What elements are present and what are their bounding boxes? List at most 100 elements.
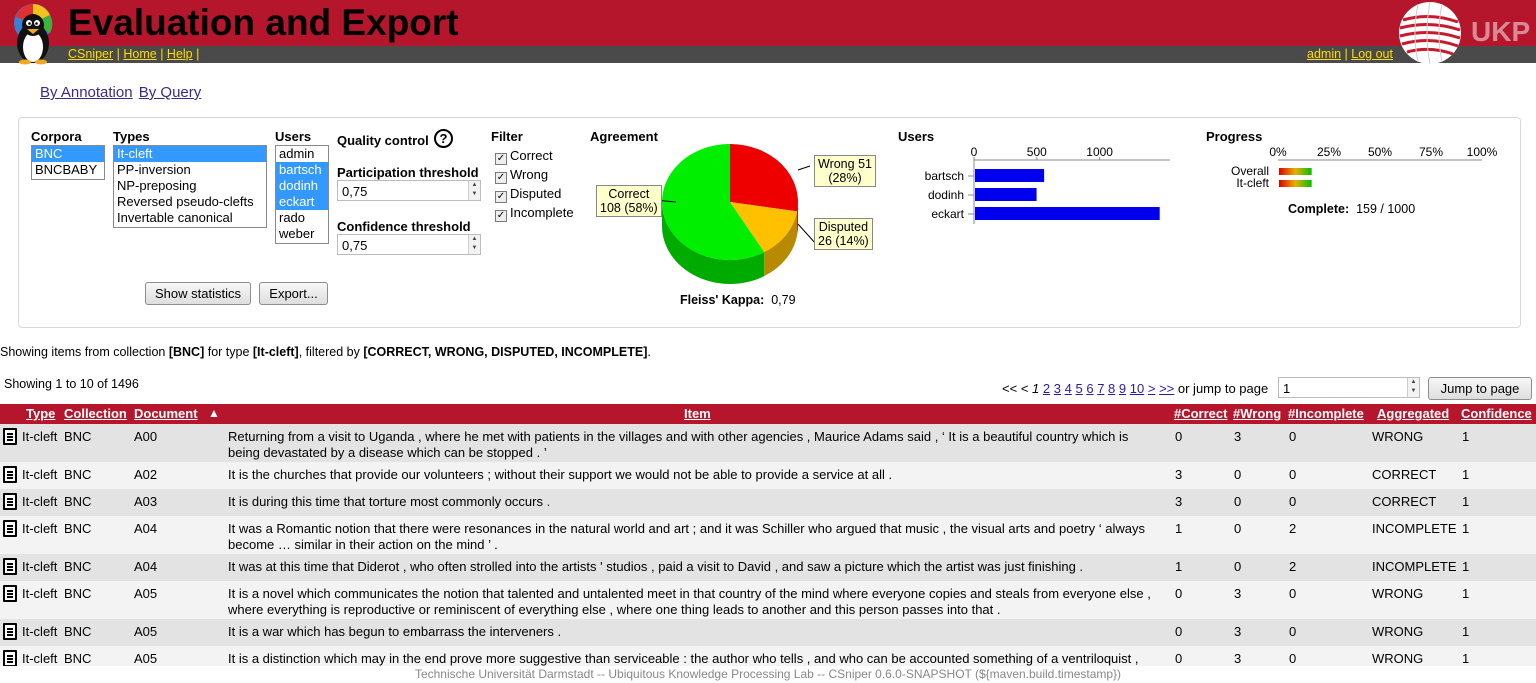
document-icon[interactable]	[3, 520, 17, 537]
cell-type: It-cleft	[22, 624, 58, 639]
page-link[interactable]: 10	[1130, 381, 1144, 396]
agreement-pie-chart	[660, 144, 817, 284]
last-page-link[interactable]: >>	[1159, 381, 1174, 396]
cell-wrong: 0	[1234, 494, 1242, 509]
sort-ascending-icon[interactable]: ▲	[208, 406, 220, 420]
next-page-link[interactable]: >	[1148, 381, 1156, 396]
page-link[interactable]: 7	[1097, 381, 1104, 396]
user-option[interactable]: eckart	[276, 194, 328, 210]
mode-by-annotation-link[interactable]: By Annotation	[40, 84, 133, 101]
types-label: Types	[113, 129, 150, 144]
col-confidence-header[interactable]: Confidence	[1461, 406, 1532, 421]
table-row[interactable]: It-cleft BNC A00 0 3 0 WRONG 1 Returning from a …	[0, 424, 1536, 462]
progress-tick-label: 0%	[1269, 145, 1287, 159]
document-icon[interactable]	[3, 493, 17, 510]
filter-wrong-checkbox[interactable]: ✓ Wrong	[495, 167, 548, 184]
user-link-admin[interactable]: admin	[1307, 47, 1341, 61]
jump-to-page-button[interactable]: Jump to page	[1428, 377, 1532, 400]
type-option[interactable]: PP-inversion	[114, 162, 266, 178]
first-page-link[interactable]: <<	[1002, 381, 1017, 396]
user-option[interactable]: admin	[276, 146, 328, 162]
filter-incomplete-checkbox[interactable]: ✓ Incomplete	[495, 205, 574, 222]
spinner-buttons[interactable]: ▲ ▼	[1407, 378, 1419, 397]
page-link[interactable]: 6	[1086, 381, 1093, 396]
page-link[interactable]: 5	[1075, 381, 1082, 396]
filter-label: Filter	[491, 129, 523, 144]
users-listbox[interactable]: admin bartsch dodinh eckart rado weber	[275, 145, 329, 244]
user-option[interactable]: bartsch	[276, 162, 328, 178]
filter-disputed-checkbox[interactable]: ✓ Disputed	[495, 186, 561, 203]
table-row[interactable]: It-cleft BNC A04 1 0 2 INCOMPLETE 1 It was at th…	[0, 554, 1536, 581]
jump-page-value: 1	[1283, 381, 1291, 396]
user-option[interactable]: weber	[276, 226, 328, 242]
user-option[interactable]: rado	[276, 210, 328, 226]
page-link[interactable]: 4	[1065, 381, 1072, 396]
progress-chart: 0% 25% 50% 75% 100%OverallIt-cleft	[1231, 145, 1498, 190]
cell-item: It is during this time that torture most…	[228, 494, 551, 509]
document-icon[interactable]	[3, 585, 17, 602]
col-aggregated-header[interactable]: Aggregated	[1377, 406, 1449, 421]
page-title: Evaluation and Export	[68, 2, 459, 43]
type-option[interactable]: Reversed pseudo-clefts	[114, 194, 266, 210]
page-link[interactable]: 9	[1119, 381, 1126, 396]
pager: << < 1 2 3 4 5 6 7 8 9 10 > >> or jump t…	[1002, 381, 1268, 396]
participation-threshold-input[interactable]: 0,75 ▲ ▼	[337, 180, 481, 201]
spinner-buttons[interactable]: ▲ ▼	[468, 181, 480, 200]
prev-page-link[interactable]: <	[1021, 381, 1029, 396]
col-collection-header[interactable]: Collection	[64, 406, 127, 421]
pie-label-wrong: Wrong 51 (28%)	[814, 155, 876, 187]
cell-collection: BNC	[64, 651, 92, 666]
logout-link[interactable]: Log out	[1351, 47, 1393, 61]
table-row[interactable]: It-cleft BNC A05 0 3 0 WRONG 1 It is a war which…	[0, 619, 1536, 646]
help-icon[interactable]: ?	[434, 129, 453, 148]
type-option[interactable]: It-cleft	[114, 146, 266, 162]
cell-type: It-cleft	[22, 467, 58, 482]
corpus-option[interactable]: BNCBABY	[32, 162, 104, 178]
col-correct-header[interactable]: #Correct	[1174, 406, 1227, 421]
cell-collection: BNC	[64, 586, 92, 601]
cell-wrong: 3	[1234, 651, 1242, 666]
types-listbox[interactable]: It-cleft PP-inversion NP-preposing Rever…	[113, 145, 267, 228]
col-type-header[interactable]: Type	[26, 406, 55, 421]
document-icon[interactable]	[3, 558, 17, 575]
confidence-threshold-input[interactable]: 0,75 ▲ ▼	[337, 234, 481, 255]
corpora-listbox[interactable]: BNC BNCBABY	[31, 145, 105, 180]
col-document-header[interactable]: Document	[134, 406, 198, 421]
col-wrong-header[interactable]: #Wrong	[1233, 406, 1281, 421]
users-bar[interactable]	[975, 169, 1045, 182]
document-icon[interactable]	[3, 623, 17, 640]
nav-link-help[interactable]: Help	[167, 47, 193, 61]
mode-by-query-link[interactable]: By Query	[139, 84, 202, 101]
page-link[interactable]: 2	[1043, 381, 1050, 396]
spinner-buttons[interactable]: ▲ ▼	[468, 235, 480, 254]
document-icon[interactable]	[3, 466, 17, 483]
cell-type: It-cleft	[22, 586, 58, 601]
page-link[interactable]: 3	[1054, 381, 1061, 396]
show-statistics-button[interactable]: Show statistics	[145, 282, 251, 305]
current-page: 1	[1032, 381, 1040, 396]
document-icon[interactable]	[3, 650, 17, 667]
page-link[interactable]: 8	[1108, 381, 1115, 396]
cell-confidence: 1	[1462, 521, 1470, 536]
type-option[interactable]: NP-preposing	[114, 178, 266, 194]
table-row[interactable]: It-cleft BNC A05 0 3 0 WRONG 1 It is a novel whi…	[0, 581, 1536, 619]
users-bar[interactable]	[975, 188, 1037, 201]
users-bar[interactable]	[975, 207, 1160, 220]
cell-aggregated: WRONG	[1372, 586, 1424, 601]
col-item-header[interactable]: Item	[684, 406, 711, 421]
paging-summary: Showing 1 to 10 of 1496	[4, 377, 139, 391]
export-button[interactable]: Export...	[259, 282, 328, 305]
col-incomplete-header[interactable]: #Incomplete	[1288, 406, 1364, 421]
jump-page-input[interactable]: 1 ▲ ▼	[1278, 377, 1420, 398]
pie-slice-wrong[interactable]	[730, 144, 798, 212]
nav-link-csniper[interactable]: CSniper	[68, 47, 113, 61]
filter-correct-checkbox[interactable]: ✓ Correct	[495, 148, 553, 165]
corpus-option[interactable]: BNC	[32, 146, 104, 162]
document-icon[interactable]	[3, 428, 17, 445]
table-row[interactable]: It-cleft BNC A04 1 0 2 INCOMPLETE 1 It was a Rom…	[0, 516, 1536, 554]
nav-link-home[interactable]: Home	[123, 47, 156, 61]
type-option[interactable]: Invertable canonical	[114, 210, 266, 226]
table-row[interactable]: It-cleft BNC A03 3 0 0 CORRECT 1 It is during th…	[0, 489, 1536, 516]
table-row[interactable]: It-cleft BNC A02 3 0 0 CORRECT 1 It is the churc…	[0, 462, 1536, 489]
user-option[interactable]: dodinh	[276, 178, 328, 194]
